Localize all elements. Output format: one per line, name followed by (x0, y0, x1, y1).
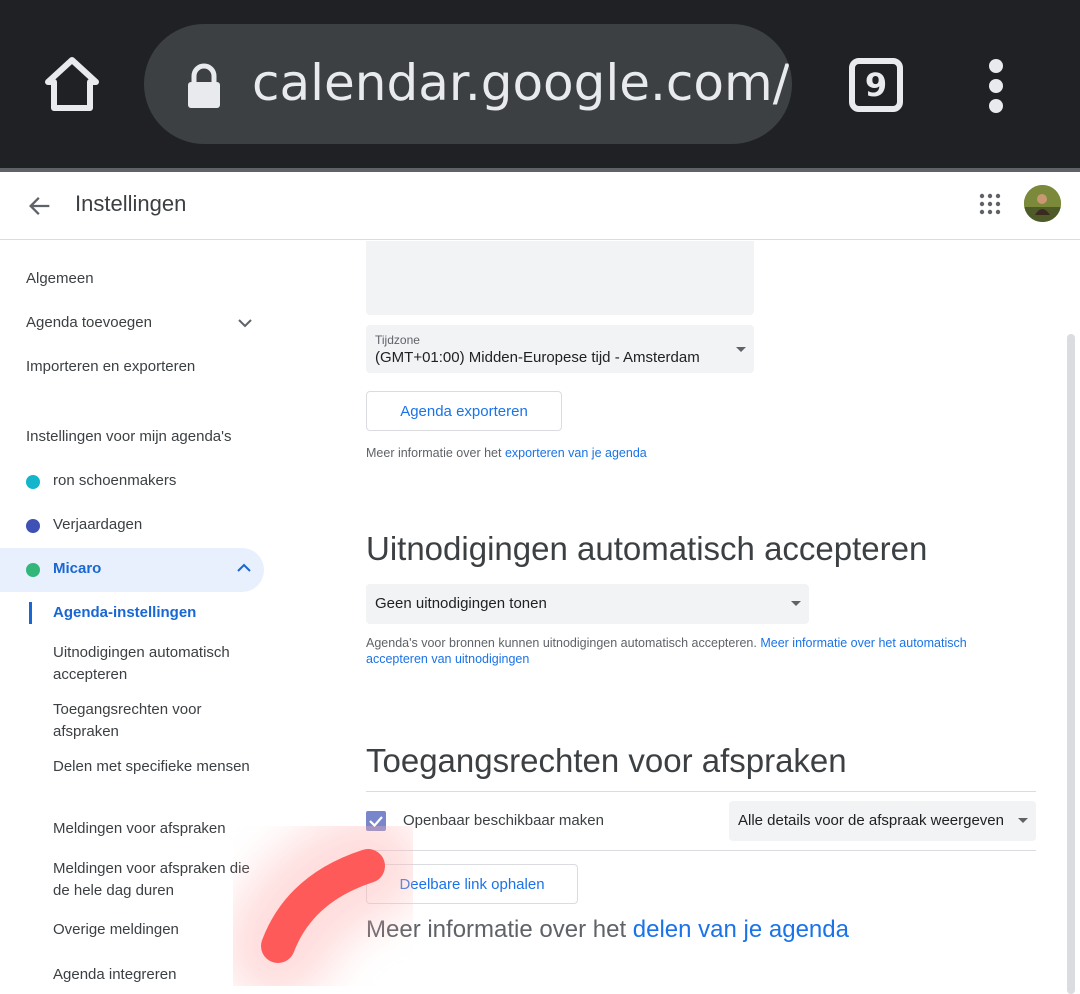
sidebar-sub-access-permissions[interactable]: Toegangsrechten voor afspraken (53, 699, 263, 743)
lock-icon (188, 63, 220, 108)
account-avatar[interactable] (1024, 185, 1061, 222)
sidebar-sub-calendar-settings[interactable]: Agenda-instellingen (53, 602, 263, 624)
sidebar-calendar-ron[interactable]: ron schoenmakers (0, 460, 264, 504)
active-indicator (29, 602, 32, 624)
export-info-link[interactable]: exporteren van je agenda (505, 446, 647, 460)
description-textarea[interactable] (366, 241, 754, 315)
chevron-up-icon[interactable] (236, 562, 252, 574)
access-permissions-title: Toegangsrechten voor afspraken (366, 742, 847, 779)
chevron-down-icon[interactable] (236, 316, 254, 330)
public-checkbox[interactable] (366, 811, 386, 831)
sidebar-sub-allday-notifications[interactable]: Meldingen voor afspraken die de hele dag… (53, 858, 263, 902)
page-title: Instellingen (75, 191, 187, 216)
detail-level-value: Alle details voor de afspraak weergeven (738, 812, 1004, 829)
home-icon[interactable] (40, 52, 104, 116)
page-scrollbar[interactable] (1067, 334, 1075, 994)
checkmark-icon (369, 816, 383, 828)
sidebar-item-import-export[interactable]: Importeren en exporteren (26, 358, 195, 375)
divider (366, 791, 1036, 792)
app-header: Instellingen (0, 172, 1080, 240)
calendar-label: Micaro (53, 560, 102, 577)
sidebar-calendar-verjaardagen[interactable]: Verjaardagen (0, 504, 264, 548)
url-text: calendar.google.com/ca (252, 54, 792, 112)
get-shareable-link-button[interactable]: Deelbare link ophalen (366, 864, 578, 904)
sidebar-item-add-calendar[interactable]: Agenda toevoegen (26, 314, 152, 331)
sidebar-calendar-micaro[interactable]: Micaro (0, 548, 264, 592)
dropdown-arrow-icon (1018, 818, 1028, 823)
detail-level-select[interactable]: Alle details voor de afspraak weergeven (729, 801, 1036, 841)
sharing-info-text: Meer informatie over het (366, 916, 633, 943)
dropdown-arrow-icon (791, 601, 801, 606)
timezone-label: Tijdzone (375, 333, 420, 347)
sidebar-section-heading: Instellingen voor mijn agenda's (26, 428, 232, 445)
apps-grid-icon[interactable] (978, 192, 1002, 216)
auto-accept-value: Geen uitnodigingen tonen (375, 595, 547, 612)
back-arrow-icon[interactable] (26, 192, 54, 220)
more-vert-icon[interactable] (984, 58, 1008, 114)
sidebar-sub-share-people[interactable]: Delen met specifieke mensen (53, 756, 263, 778)
sidebar-sub-other-notifications[interactable]: Overige meldingen (53, 919, 263, 941)
dropdown-arrow-icon (736, 347, 746, 352)
browser-toolbar: calendar.google.com/ca 9 (0, 0, 1080, 170)
divider (366, 850, 1036, 851)
auto-accept-select[interactable]: Geen uitnodigingen tonen (366, 584, 809, 624)
timezone-select[interactable]: Tijdzone (GMT+01:00) Midden-Europese tij… (366, 325, 754, 373)
sharing-info-link[interactable]: delen van je agenda (633, 916, 849, 943)
calendar-color-dot (26, 563, 40, 577)
sidebar-sub-auto-accept[interactable]: Uitnodigingen automatisch accepteren (53, 642, 263, 686)
calendar-color-dot (26, 519, 40, 533)
sidebar-sub-event-notifications[interactable]: Meldingen voor afspraken (53, 818, 263, 840)
calendar-label: Verjaardagen (53, 516, 143, 533)
address-bar[interactable]: calendar.google.com/ca (144, 24, 792, 144)
auto-accept-info-text: Agenda's voor bronnen kunnen uitnodiging… (366, 636, 761, 650)
calendar-color-dot (26, 475, 40, 489)
sharing-info: Meer informatie over het delen van je ag… (366, 916, 849, 944)
auto-accept-title: Uitnodigingen automatisch accepteren (366, 530, 928, 567)
timezone-value: (GMT+01:00) Midden-Europese tijd - Amste… (375, 349, 700, 366)
export-info: Meer informatie over het exporteren van … (366, 445, 647, 461)
calendar-label: ron schoenmakers (53, 472, 177, 489)
auto-accept-info: Agenda's voor bronnen kunnen uitnodiging… (366, 635, 1026, 667)
sidebar-sub-integrate[interactable]: Agenda integreren (53, 964, 263, 986)
sidebar-item-general[interactable]: Algemeen (26, 270, 94, 287)
tab-switcher-button[interactable]: 9 (849, 58, 903, 112)
public-checkbox-label: Openbaar beschikbaar maken (403, 812, 604, 829)
export-calendar-button[interactable]: Agenda exporteren (366, 391, 562, 431)
export-info-text: Meer informatie over het (366, 446, 505, 460)
